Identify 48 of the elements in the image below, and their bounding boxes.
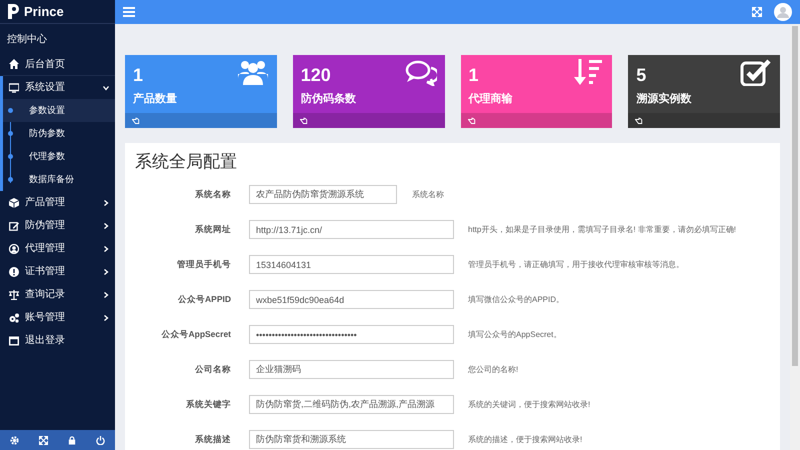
field-label: 管理员手机号 [176,258,231,271]
sidebar-item[interactable]: 证书管理 [3,260,115,283]
field-label: 系统网址 [194,223,231,236]
field-label: 系统名称 [194,188,231,201]
field-hint: 系统名称 [412,188,444,200]
input-field[interactable]: 企业猫溯码 [249,360,454,379]
input-field[interactable]: 防伪防窜货,二维码防伪,农产品溯源,产品溯源 [249,395,454,414]
stat-label: 产品数量 [133,92,177,107]
input-field[interactable]: wxbe51f59dc90ea64d [249,290,454,309]
stat-value: 5 [636,64,646,86]
field-hint: 填写微信公众号的APPID。 [468,294,564,306]
sidebar-item[interactable]: 代理管理 [3,237,115,260]
sidebar-item[interactable]: 退出登录 [3,329,115,352]
field-hint: 系统的描述，便于搜索网站收录! [468,434,582,446]
field-hint: 填写公众号的AppSecret。 [468,328,562,340]
stat-value: 1 [133,64,144,86]
submenu-item[interactable]: 数据库备份 [3,168,115,191]
sidebar-item[interactable]: 系统设置 [3,76,115,99]
field-hint: http开头，如果是子目录使用，需填写子目录名! 非常重要，请勿必填写正确! [468,224,736,236]
sidebar-item[interactable]: 账号管理 [3,306,115,329]
input-field[interactable]: •••••••••••••••••••••••••••••••• [249,325,454,344]
stat-value: 120 [300,64,331,86]
stat-label: 防伪码条数 [300,92,356,107]
field-label: 公司名称 [194,363,231,376]
field-hint: 您公司的名称! [468,364,518,376]
sidebar-item[interactable]: 后台首页 [3,53,115,76]
input-field[interactable]: 15314604131 [249,255,454,274]
submenu-item[interactable]: 防伪参数 [3,122,115,145]
input-field[interactable]: http://13.71jc.cn/ [249,220,454,239]
field-label: 公众号AppSecret [160,328,231,341]
field-label: 系统关键字 [185,398,231,411]
sidebar-item[interactable]: 产品管理 [3,191,115,214]
field-label: 系统描述 [194,433,231,446]
section-title: 控制中心 [6,32,48,47]
stat-label: 代理商输 [468,92,512,107]
submenu-item[interactable]: 参数设置 [3,99,115,122]
panel-title: 系统全局配置 [135,151,238,173]
input-field[interactable]: 农产品防伪防窜货溯源系统 [249,185,397,204]
input-field[interactable]: 防伪防窜货和溯源系统 [249,430,454,449]
stat-label: 溯源实例数 [636,92,692,107]
brand-name: Prince [24,2,64,21]
submenu-item[interactable]: 代理参数 [3,145,115,168]
field-label: 公众号APPID [177,293,231,306]
field-hint: 系统的关键词，便于搜索网站收录! [468,398,590,410]
field-hint: 管理员手机号，请正确填写，用于接收代理审核审核等消息。 [468,258,684,270]
stat-value: 1 [468,64,479,86]
sidebar-item[interactable]: 查询记录 [3,283,115,306]
sidebar-item[interactable]: 防伪管理 [3,214,115,237]
